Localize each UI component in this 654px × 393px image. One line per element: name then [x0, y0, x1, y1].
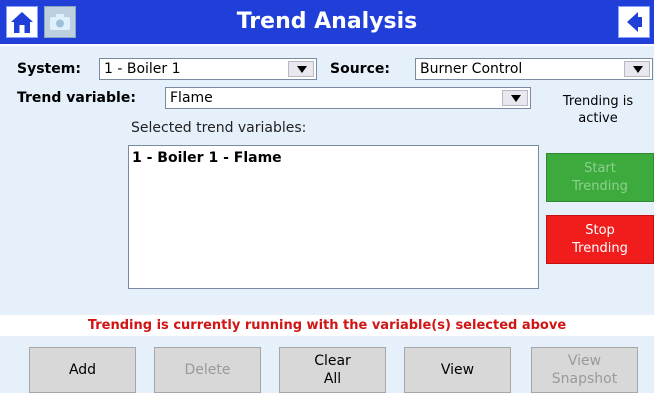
start-trending-line1: Start [584, 160, 616, 176]
status-message: Trending is currently running with the v… [0, 316, 654, 336]
add-button-label: Add [68, 362, 97, 378]
camera-icon [50, 14, 70, 30]
home-icon [11, 12, 33, 33]
list-item[interactable]: 1 - Boiler 1 - Flame [132, 150, 282, 166]
clear-all-line2: All [323, 371, 342, 387]
trend-variable-select[interactable]: Flame [165, 87, 531, 109]
trending-status-line1: Trending is [562, 94, 634, 109]
trending-status: Trending is active [548, 93, 648, 127]
delete-button-label: Delete [184, 362, 231, 378]
chevron-down-icon [297, 66, 307, 73]
home-button[interactable] [6, 6, 38, 38]
clear-all-button[interactable]: Clear All [279, 347, 386, 393]
selected-variables-list[interactable]: 1 - Boiler 1 - Flame [128, 145, 539, 289]
view-snapshot-button[interactable]: View Snapshot [531, 347, 638, 393]
system-select[interactable]: 1 - Boiler 1 [99, 58, 317, 80]
add-button[interactable]: Add [29, 347, 136, 393]
trend-variable-label: Trend variable: [17, 90, 136, 106]
source-value: Burner Control [420, 61, 523, 77]
trend-variable-dropdown-button[interactable] [502, 90, 528, 106]
stop-trending-line2: Trending [572, 240, 628, 256]
system-dropdown-button[interactable] [288, 61, 314, 77]
selected-variables-caption: Selected trend variables: [131, 120, 307, 136]
start-trending-line2: Trending [572, 178, 628, 194]
back-arrow-icon [627, 12, 642, 32]
page-title: Trend Analysis [236, 9, 418, 34]
source-select[interactable]: Burner Control [415, 58, 653, 80]
chevron-down-icon [511, 95, 521, 102]
source-label: Source: [330, 61, 390, 77]
system-label: System: [17, 61, 81, 77]
camera-button[interactable] [44, 6, 76, 38]
source-dropdown-button[interactable] [624, 61, 650, 77]
view-button[interactable]: View [404, 347, 511, 393]
system-value: 1 - Boiler 1 [104, 61, 181, 77]
stop-trending-button[interactable]: Stop Trending [546, 215, 654, 264]
chevron-down-icon [633, 66, 643, 73]
back-button[interactable] [618, 6, 650, 38]
trend-variable-value: Flame [170, 90, 213, 106]
view-snapshot-line1: View [567, 353, 602, 369]
clear-all-line1: Clear [314, 353, 351, 369]
trending-status-line2: active [578, 111, 618, 126]
view-button-label: View [440, 362, 475, 378]
delete-button[interactable]: Delete [154, 347, 261, 393]
start-trending-button[interactable]: Start Trending [546, 153, 654, 202]
view-snapshot-line2: Snapshot [551, 371, 618, 387]
stop-trending-line1: Stop [585, 222, 615, 238]
